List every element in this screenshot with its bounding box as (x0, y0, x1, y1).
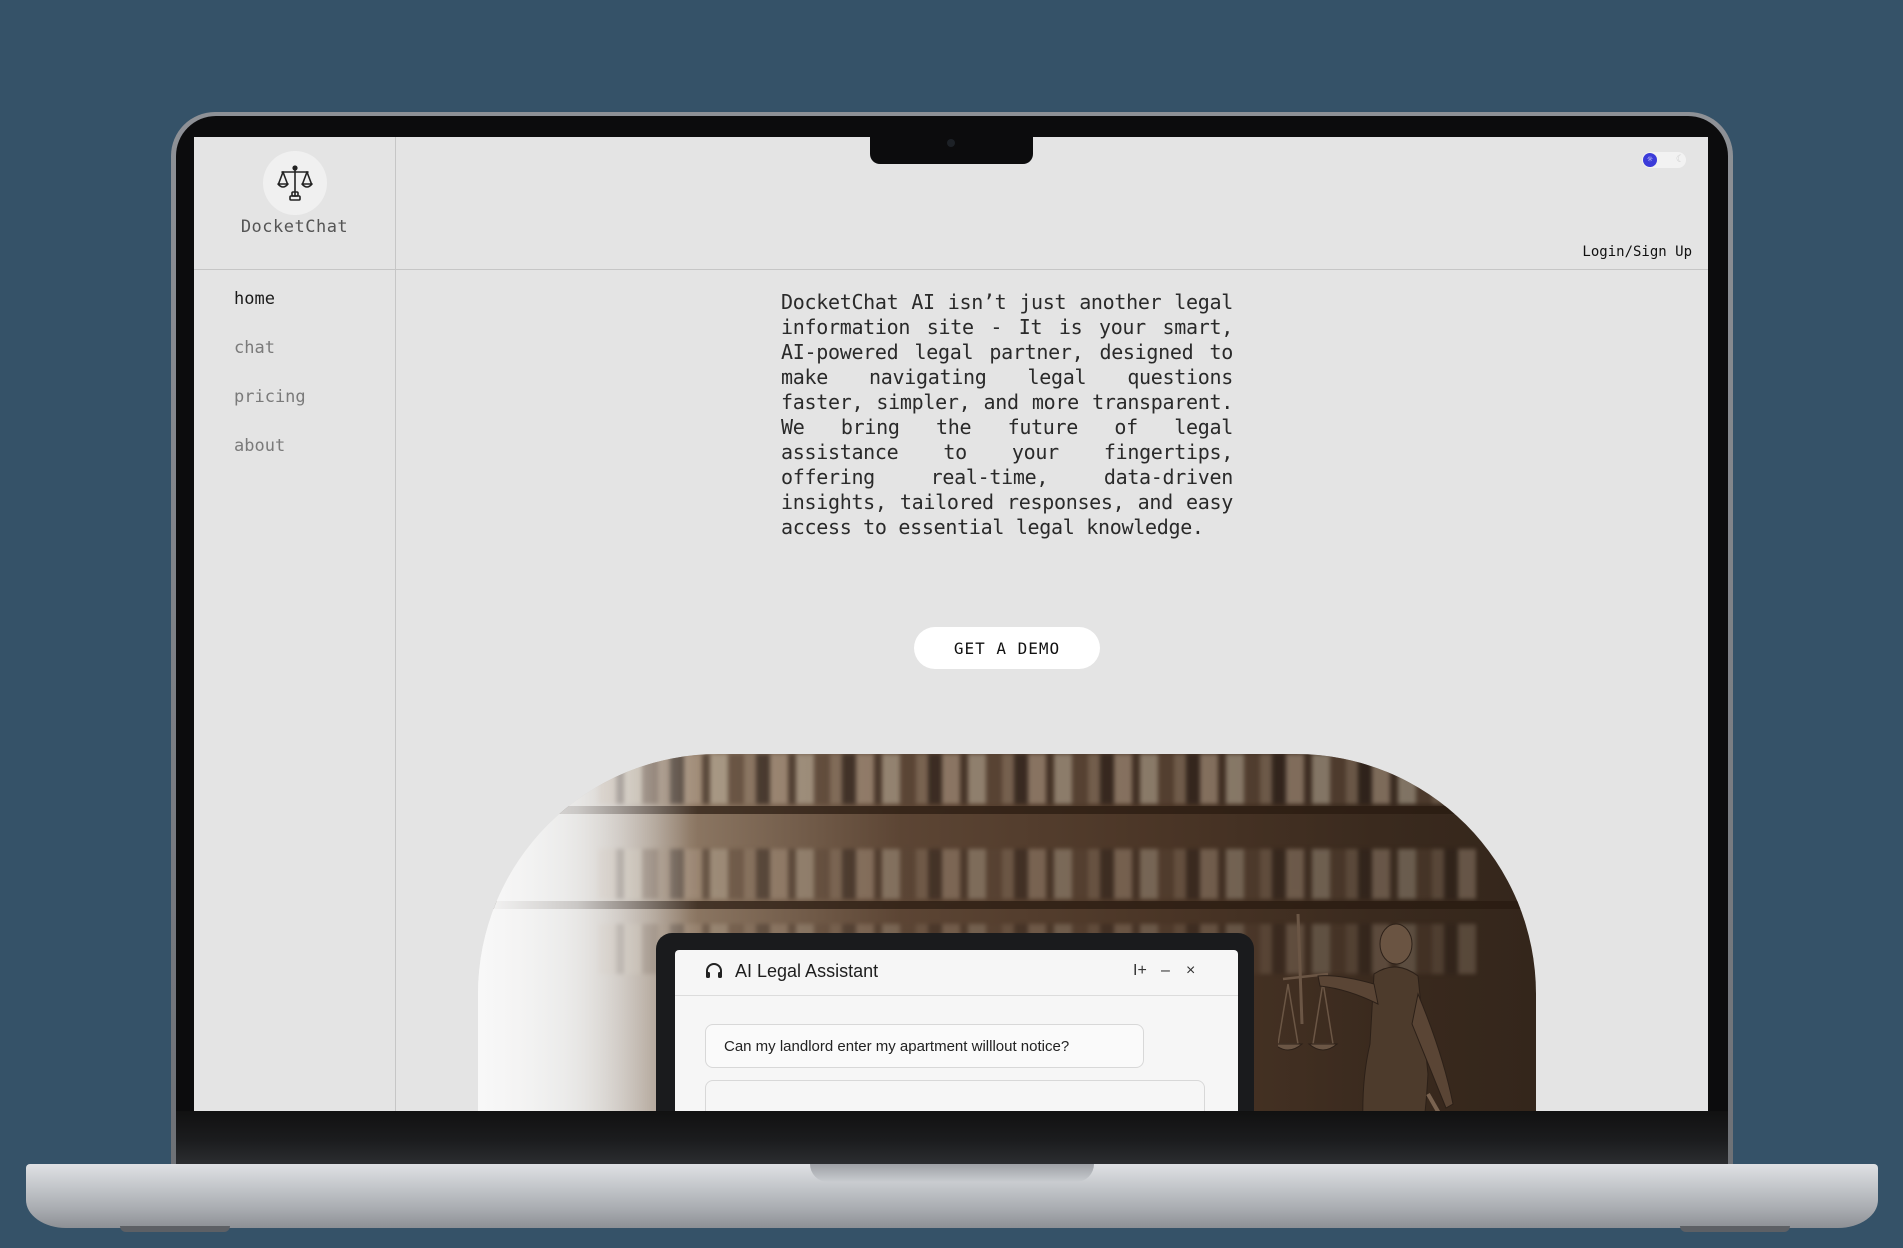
login-signup-link[interactable]: Login/Sign Up (1582, 244, 1692, 260)
hero-assistant-window: AI Legal Assistant I+ – × Can my landlor… (675, 950, 1238, 1111)
assistant-header: AI Legal Assistant I+ – × (675, 950, 1238, 996)
top-bar: ☼ ☾ Login/Sign Up (396, 137, 1708, 270)
hero-image: AI Legal Assistant I+ – × Can my landlor… (478, 754, 1536, 1111)
scales-of-justice-icon (277, 165, 313, 201)
sun-icon: ☼ (1643, 153, 1657, 167)
intro-paragraph: DocketChat AI isn’t just another legal i… (781, 290, 1233, 539)
get-demo-button[interactable]: GET A DEMO (914, 627, 1100, 669)
theme-toggle[interactable]: ☼ ☾ (1642, 152, 1686, 168)
sidebar-item-home[interactable]: home (234, 287, 306, 336)
next-message-bubble (705, 1080, 1205, 1111)
assistant-title: AI Legal Assistant (735, 961, 879, 981)
logo-badge[interactable] (263, 151, 327, 215)
logo-text: DocketChat (240, 217, 349, 237)
sidebar-item-pricing[interactable]: pricing (234, 385, 306, 434)
lady-justice-statue-icon (1278, 913, 1454, 1111)
laptop-screen: DocketChat home chat pricing about ☼ ☾ L… (194, 137, 1708, 1111)
sidebar-nav: home chat pricing about (234, 287, 306, 483)
sample-question-bubble: Can my landlord enter my apartment willl… (705, 1024, 1144, 1068)
laptop-bottom-bezel (176, 1111, 1728, 1164)
laptop-base-notch (810, 1164, 1094, 1182)
logo-area[interactable]: DocketChat (194, 137, 395, 270)
sidebar: DocketChat home chat pricing about (194, 137, 396, 1111)
minimize-icon: – (1161, 962, 1170, 979)
expand-icon: I+ (1133, 962, 1147, 979)
laptop-foot (120, 1226, 230, 1232)
sidebar-item-about[interactable]: about (234, 434, 306, 483)
sidebar-item-chat[interactable]: chat (234, 336, 306, 385)
camera-icon (947, 139, 955, 147)
headset-icon (706, 963, 722, 978)
close-icon: × (1186, 962, 1196, 979)
moon-icon: ☾ (1675, 154, 1682, 165)
laptop-foot (1680, 1226, 1790, 1232)
bookshelf-books (598, 754, 1476, 804)
